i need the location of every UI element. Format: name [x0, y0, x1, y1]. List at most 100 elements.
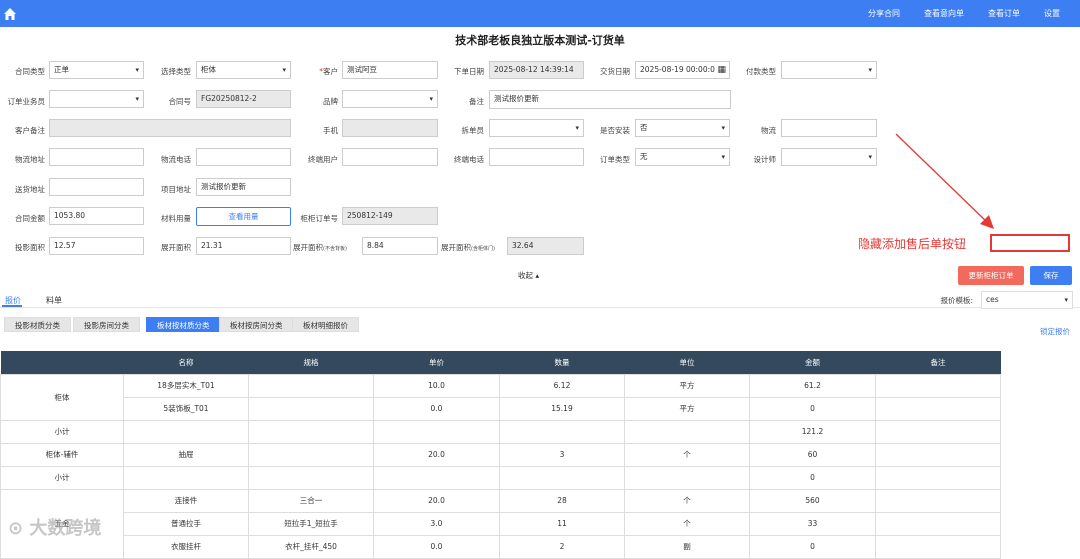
category-board-room[interactable]: 板材按房间分类: [219, 317, 294, 332]
view-order-link[interactable]: 查看订单: [988, 8, 1020, 19]
table-cell: [875, 442, 1001, 467]
save-button[interactable]: 保存: [1030, 266, 1072, 285]
view-material-button[interactable]: 查看用量: [196, 207, 291, 226]
phone-label: 手机: [323, 126, 338, 135]
category-board-detail[interactable]: 板材明细报价: [292, 317, 359, 332]
payment-type-label: 付款类型: [746, 67, 776, 76]
table-cell: 个: [624, 511, 750, 536]
table-row: 五金 连接件 三合一 20.0 28 个 560: [0, 488, 1001, 559]
table-cell: [875, 488, 1001, 513]
table-cell: [875, 534, 1001, 559]
table-cell: [875, 373, 1001, 398]
annotation-arrow: [895, 133, 994, 229]
disassembler-select[interactable]: [489, 119, 584, 137]
select-type-select[interactable]: 柜体: [196, 61, 291, 79]
settings-link[interactable]: 设置: [1044, 8, 1060, 19]
home-icon[interactable]: [3, 7, 17, 21]
collapse-toggle[interactable]: 收起 ▴: [518, 270, 539, 281]
unfold-area2-label: 展开面积(不含背板): [293, 243, 347, 252]
table-cell: 连接件: [123, 488, 249, 513]
end-phone-input[interactable]: [489, 148, 584, 166]
table-cell: 抽屉: [123, 442, 249, 467]
col-header-spec: 规格: [248, 351, 374, 374]
order-date-field: 2025-08-12 14:39:14: [489, 61, 584, 79]
delivery-addr-label: 送货地址: [15, 185, 45, 194]
install-select[interactable]: 否: [635, 119, 730, 137]
delivery-date-label: 交货日期: [600, 67, 630, 76]
customer-input[interactable]: 测试阿豆: [342, 61, 438, 79]
contract-type-label: 合同类型: [15, 67, 45, 76]
col-header-category: [0, 351, 124, 374]
salesman-select[interactable]: [49, 90, 144, 108]
remark-label: 备注: [469, 97, 484, 106]
remark-textarea[interactable]: 测试报价更新: [489, 90, 731, 109]
col-header-amount: 金额: [749, 351, 876, 374]
table-cell: 0: [749, 396, 876, 421]
annotation-box: [990, 234, 1070, 252]
calendar-icon[interactable]: ▦: [717, 62, 726, 78]
contract-no-field: FG20250812-2: [196, 90, 291, 108]
col-header-remark: 备注: [875, 351, 1001, 374]
col-header-price: 单价: [373, 351, 500, 374]
disassembler-label: 拆单员: [461, 126, 485, 135]
tab-material-list[interactable]: 料单: [46, 295, 62, 306]
select-type-label: 选择类型: [161, 67, 191, 76]
logistics-addr-input[interactable]: [49, 148, 144, 166]
table-cell: [499, 465, 625, 490]
brand-select[interactable]: [342, 90, 438, 108]
unfold-area-label: 展开面积: [161, 243, 191, 252]
category-board-material[interactable]: 板材按材质分类: [146, 317, 221, 332]
proj-area-input[interactable]: 12.57: [49, 237, 144, 255]
template-select[interactable]: ces: [981, 291, 1073, 309]
table-cell: [123, 465, 249, 490]
table-cell: [875, 419, 1001, 444]
logistics-phone-input[interactable]: [196, 148, 291, 166]
phone-field: [342, 119, 438, 137]
table-cell: 副: [624, 534, 750, 559]
order-type-select[interactable]: 无: [635, 148, 730, 166]
tabs-divider: [0, 307, 1080, 308]
table-cell: 6.12: [499, 373, 625, 398]
contract-type-select[interactable]: 正单: [49, 61, 144, 79]
table-cell: 18多层实木_T01: [123, 373, 249, 398]
table-cell: 0.0: [373, 396, 500, 421]
table-cell: [373, 465, 500, 490]
table-cell: 560: [749, 488, 876, 513]
table-cell: [248, 396, 374, 421]
unfold-area-input[interactable]: 21.31: [196, 237, 291, 255]
payment-type-select[interactable]: [781, 61, 877, 79]
category-proj-material[interactable]: 投影材质分类: [4, 317, 71, 332]
table-cell: 60: [749, 442, 876, 467]
order-type-label: 订单类型: [600, 155, 630, 164]
table-cell: 三合一: [248, 488, 374, 513]
view-intent-link[interactable]: 查看意向单: [924, 8, 964, 19]
table-cell: 20.0: [373, 488, 500, 513]
project-addr-label: 项目地址: [161, 185, 191, 194]
unfold-area2-input[interactable]: 8.84: [362, 237, 438, 255]
table-cell: 3.0: [373, 511, 500, 536]
logistics-input[interactable]: [781, 119, 877, 137]
table-cell: 小计: [0, 465, 124, 490]
table-cell: 0.0: [373, 534, 500, 559]
annotation-text: 隐藏添加售后单按钮: [858, 237, 967, 251]
project-addr-input[interactable]: 测试报价更新: [196, 178, 291, 196]
category-proj-room[interactable]: 投影房间分类: [73, 317, 140, 332]
table-cell: 11: [499, 511, 625, 536]
contract-no-label: 合同号: [168, 97, 192, 106]
lock-quote-link[interactable]: 锁定报价: [1040, 326, 1070, 337]
delivery-addr-input[interactable]: [49, 178, 144, 196]
delivery-date-input[interactable]: 2025-08-19 00:00:0 ▦: [635, 61, 730, 79]
designer-label: 设计师: [753, 155, 777, 164]
amount-input[interactable]: 1053.80: [49, 207, 144, 225]
table-cell: 3: [499, 442, 625, 467]
end-user-input[interactable]: [342, 148, 438, 166]
unfold-area3-label: 展开面积(含柜体门): [441, 243, 495, 252]
designer-select[interactable]: [781, 148, 877, 166]
top-nav-bar: 分享合同 查看意向单 查看订单 设置: [0, 0, 1080, 27]
table-cell: 柜体: [0, 373, 124, 421]
table-cell: 61.2: [749, 373, 876, 398]
table-cell: [248, 419, 374, 444]
col-header-name: 名称: [123, 351, 249, 374]
share-contract-link[interactable]: 分享合同: [868, 8, 900, 19]
update-cabinet-order-button[interactable]: 更新柜柜订单: [958, 266, 1024, 285]
